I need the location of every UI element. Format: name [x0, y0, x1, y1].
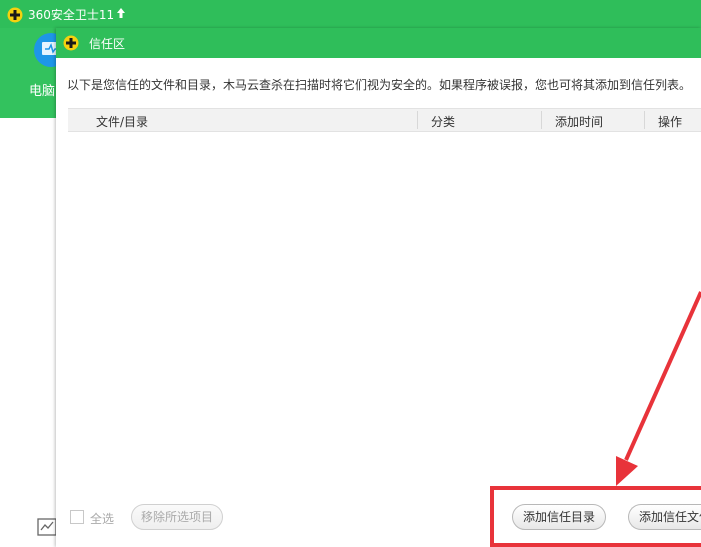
column-header-added-time[interactable]: 添加时间 [555, 113, 603, 130]
dialog-title: 信任区 [89, 37, 126, 51]
column-divider[interactable] [644, 111, 645, 129]
dialog-description: 以下是您信任的文件和目录，木马云查杀在扫描时将它们视为安全的。如果程序被误报，您… [67, 78, 692, 92]
trust-zone-dialog: 信任区 以下是您信任的文件和目录，木马云查杀在扫描时将它们视为安全的。如果程序被… [56, 28, 701, 547]
dialog-titlebar[interactable]: 信任区 [56, 28, 701, 58]
trust-list-header: 文件/目录 分类 添加时间 操作 [68, 108, 701, 132]
report-icon[interactable] [36, 516, 58, 538]
select-all-label[interactable]: 全选 [90, 510, 114, 527]
column-divider[interactable] [541, 111, 542, 129]
column-header-category[interactable]: 分类 [431, 113, 455, 130]
select-all-checkbox[interactable] [70, 510, 84, 524]
360-logo-icon [7, 7, 23, 23]
annotation-highlight-box [490, 486, 701, 547]
column-header-action[interactable]: 操作 [658, 113, 682, 130]
remove-selected-button[interactable]: 移除所选项目 [131, 504, 223, 530]
computer-checkup-label[interactable]: 电脑 [29, 80, 55, 99]
app-titlebar: 360安全卫士11 [0, 0, 701, 28]
column-header-file-dir[interactable]: 文件/目录 [96, 113, 148, 130]
360-logo-icon [63, 35, 79, 51]
app-title: 360安全卫士11 [28, 8, 115, 22]
app-left-panel [0, 118, 56, 547]
upgrade-arrow-icon[interactable] [116, 7, 126, 19]
column-divider[interactable] [417, 111, 418, 129]
